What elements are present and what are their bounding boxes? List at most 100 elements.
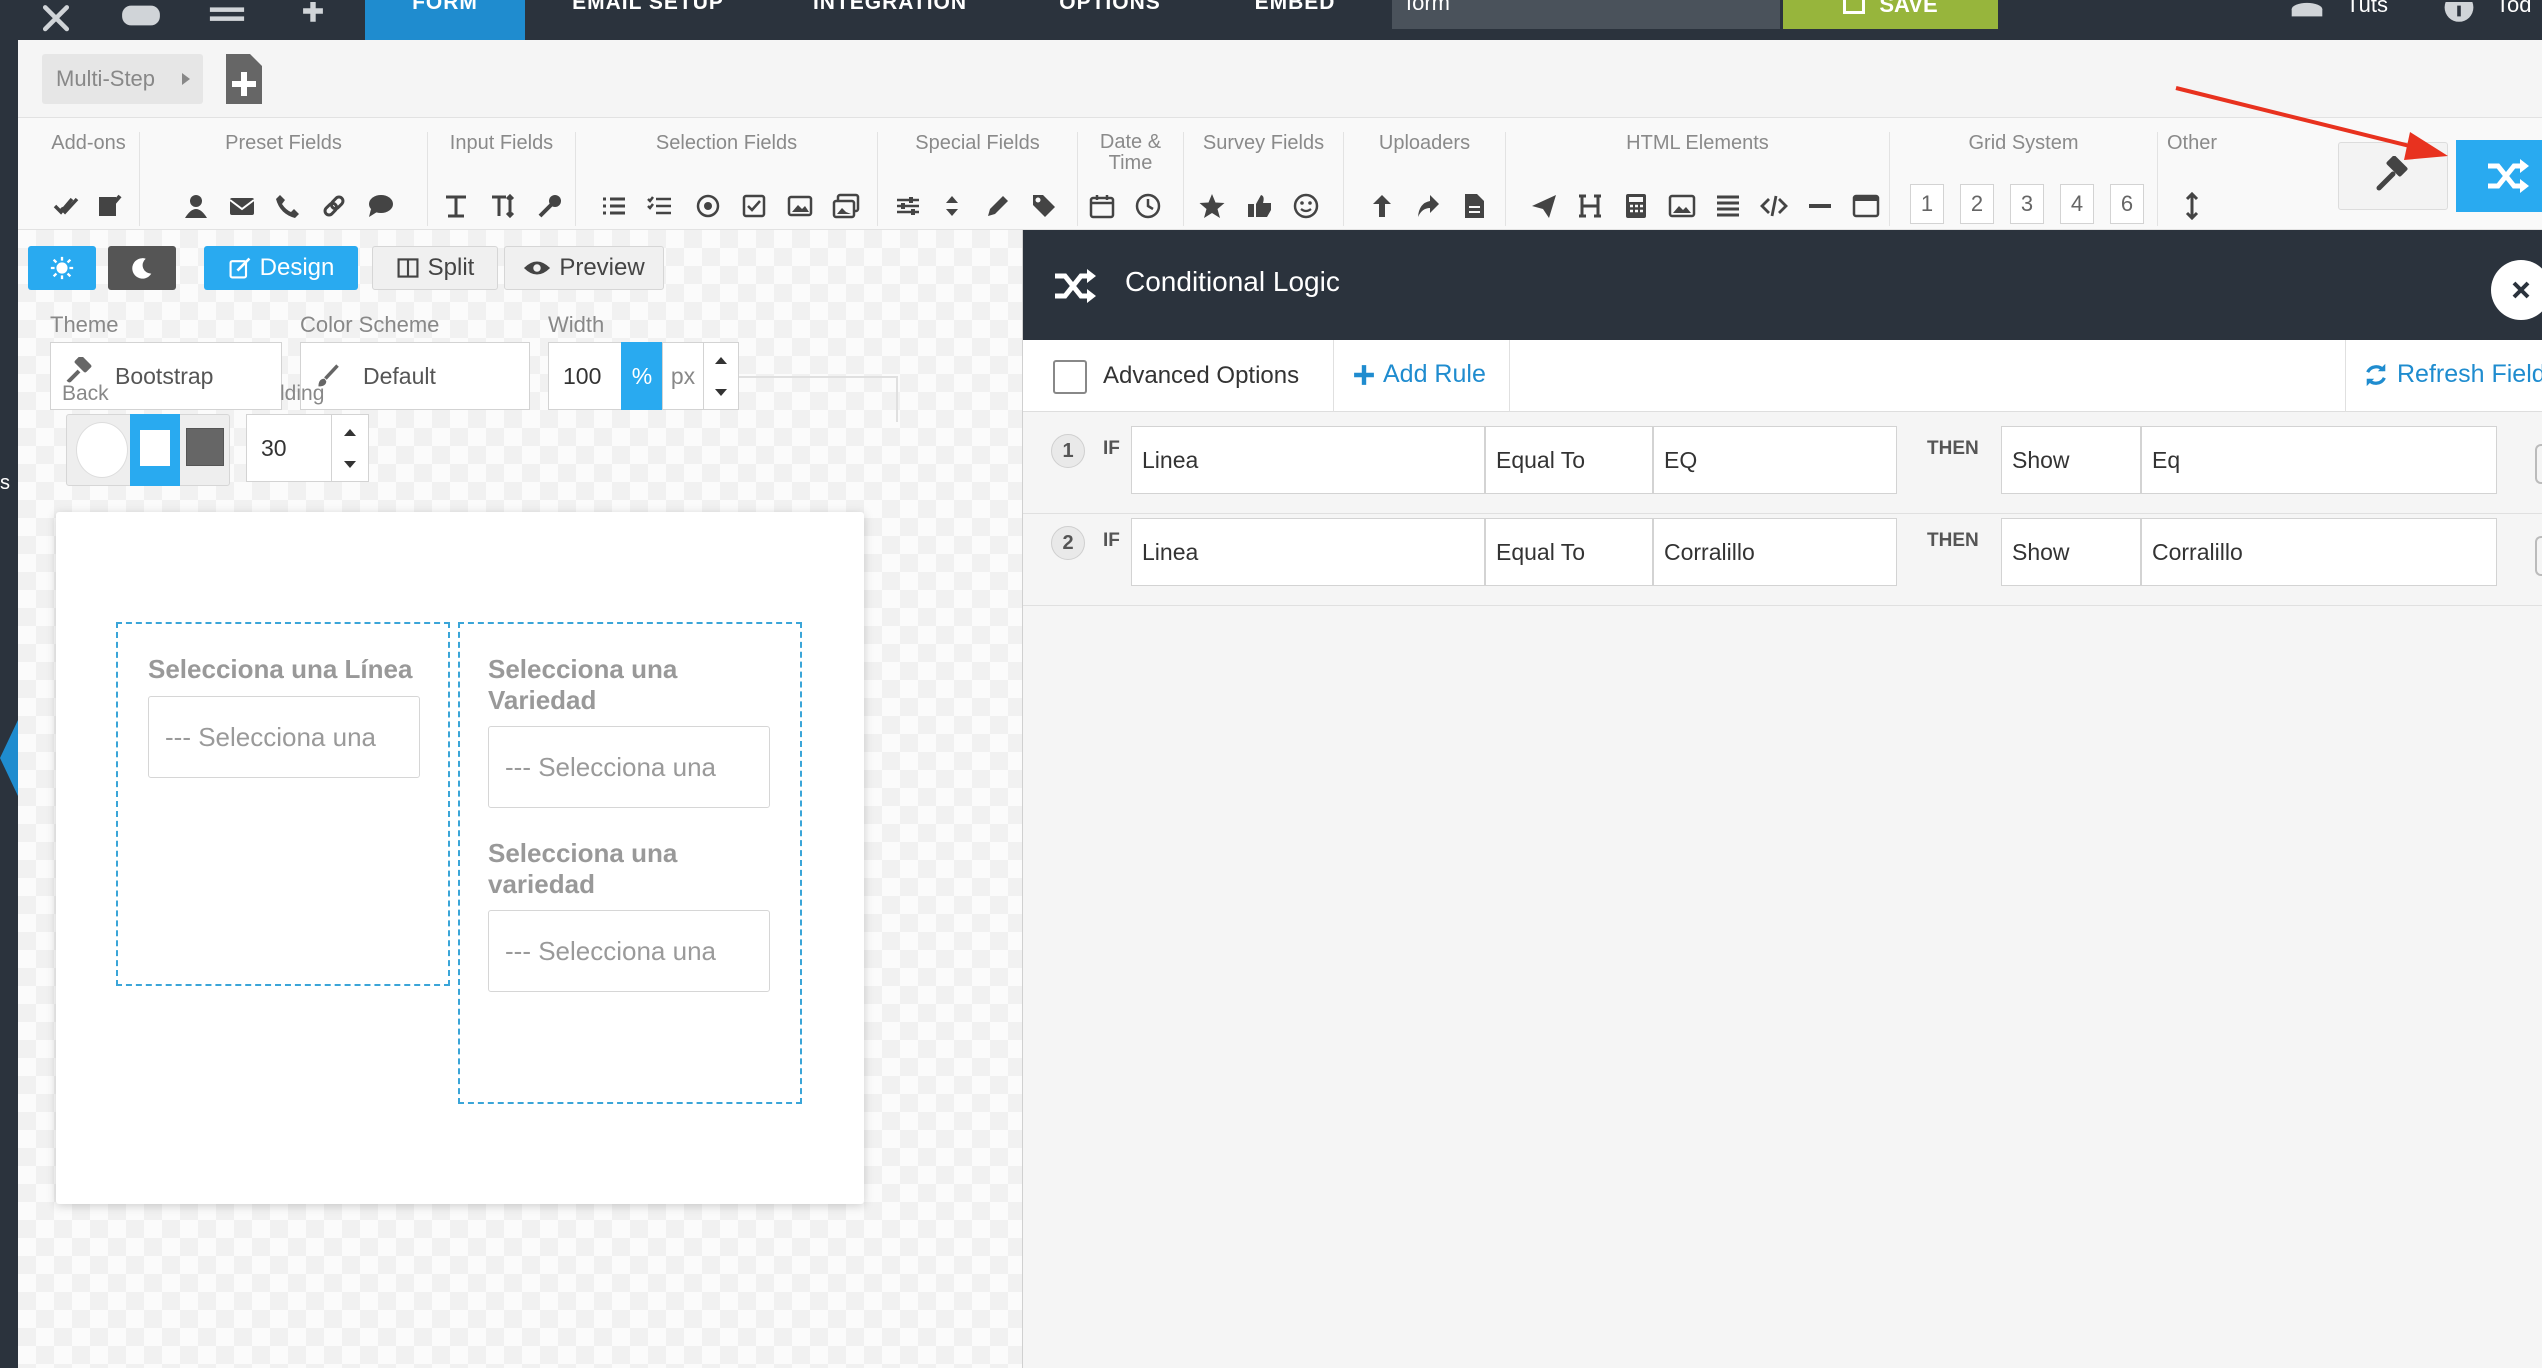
form-column-1[interactable]: Selecciona una Línea --- Selecciona una: [116, 622, 450, 986]
save-button[interactable]: SAVE: [1783, 0, 1998, 29]
tab-email-setup[interactable]: EMAIL SETUP: [548, 0, 748, 40]
tab-embed[interactable]: EMBED: [1230, 0, 1360, 40]
swatch-light-selected[interactable]: [130, 414, 180, 486]
form-column-2[interactable]: Selecciona una Variedad --- Selecciona u…: [458, 622, 802, 1104]
width-input[interactable]: 100: [548, 342, 622, 410]
calendar-icon[interactable]: [1084, 188, 1120, 224]
send-icon[interactable]: [1526, 188, 1562, 224]
resize-vertical-icon[interactable]: [2174, 188, 2210, 224]
database-icon[interactable]: [2286, 0, 2328, 40]
user-icon[interactable]: [178, 188, 214, 224]
split-mode-button[interactable]: Split: [372, 246, 498, 290]
add-page-icon[interactable]: [218, 50, 268, 108]
grid-3-button[interactable]: 3: [2010, 184, 2044, 224]
window-icon[interactable]: [1848, 188, 1884, 224]
conditional-logic-button[interactable]: [2456, 140, 2542, 212]
rule-field-select[interactable]: Linea: [1131, 426, 1485, 494]
grid-6-button[interactable]: 6: [2110, 184, 2144, 224]
radio-icon[interactable]: [690, 188, 726, 224]
collapse-left-icon[interactable]: [0, 720, 18, 796]
select-linea[interactable]: --- Selecciona una: [148, 696, 420, 778]
rule-operator-select[interactable]: Equal To: [1485, 426, 1653, 494]
rule-options-handle[interactable]: [2535, 444, 2542, 484]
file-icon[interactable]: [1456, 188, 1492, 224]
tab-form[interactable]: FORM: [365, 0, 525, 40]
caret-down-icon[interactable]: [343, 460, 357, 470]
close-panel-button[interactable]: [2491, 260, 2542, 320]
dark-mode-button[interactable]: [108, 246, 176, 290]
heading-icon[interactable]: [1572, 188, 1608, 224]
caret-up-icon[interactable]: [714, 355, 728, 365]
rule-action-select[interactable]: Show: [2001, 426, 2141, 494]
user-link-tuts[interactable]: Tuts: [2346, 0, 2406, 30]
envelope-icon[interactable]: [224, 188, 260, 224]
width-stepper[interactable]: [703, 342, 739, 410]
gavel-button[interactable]: [2338, 142, 2448, 210]
select-variedad[interactable]: --- Selecciona una: [488, 726, 770, 808]
advanced-options-checkbox[interactable]: [1053, 360, 1087, 394]
gamepad-icon[interactable]: [116, 0, 166, 40]
rule-options-handle[interactable]: [2535, 536, 2542, 576]
checkbox-icon[interactable]: [736, 188, 772, 224]
clock-icon[interactable]: [1130, 188, 1166, 224]
user-link-tod[interactable]: Tod: [2496, 0, 2542, 30]
rule-value-select[interactable]: Corralillo: [1653, 518, 1897, 586]
minus-icon[interactable]: [1802, 188, 1838, 224]
images-icon[interactable]: [828, 188, 864, 224]
rule-target-select[interactable]: Eq: [2141, 426, 2497, 494]
grid-1-button[interactable]: 1: [1910, 184, 1944, 224]
image-icon[interactable]: [782, 188, 818, 224]
refresh-fields-button[interactable]: Refresh Fields: [2363, 360, 2542, 389]
rule-action-select[interactable]: Show: [2001, 518, 2141, 586]
rule-value-select[interactable]: EQ: [1653, 426, 1897, 494]
swatch-dark[interactable]: [186, 428, 224, 466]
menu-icon[interactable]: [204, 0, 250, 40]
list-icon[interactable]: [596, 188, 632, 224]
sliders-icon[interactable]: [890, 188, 926, 224]
width-unit-percent[interactable]: %: [621, 342, 663, 410]
tag-icon[interactable]: [1026, 188, 1062, 224]
width-unit-px[interactable]: px: [662, 342, 704, 410]
text-height-icon[interactable]: [486, 188, 522, 224]
comment-icon[interactable]: [362, 188, 398, 224]
phone-icon[interactable]: [270, 188, 306, 224]
tab-options[interactable]: OPTIONS: [1040, 0, 1180, 40]
pencil-icon[interactable]: [980, 188, 1016, 224]
align-icon[interactable]: [1710, 188, 1746, 224]
light-mode-button[interactable]: [28, 246, 96, 290]
text-icon[interactable]: [438, 188, 474, 224]
info-icon[interactable]: [2438, 0, 2480, 40]
smile-icon[interactable]: [1288, 188, 1324, 224]
link-icon[interactable]: [316, 188, 352, 224]
key-icon[interactable]: [532, 188, 568, 224]
form-name-input[interactable]: form: [1392, 0, 1780, 29]
multistep-tab[interactable]: Multi-Step: [42, 54, 203, 104]
star-icon[interactable]: [1194, 188, 1230, 224]
add-rule-button[interactable]: Add Rule: [1353, 360, 1486, 389]
select-variedad-2[interactable]: --- Selecciona una: [488, 910, 770, 992]
rule-operator-select[interactable]: Equal To: [1485, 518, 1653, 586]
picture-icon[interactable]: [1664, 188, 1700, 224]
caret-down-icon[interactable]: [714, 388, 728, 398]
color-scheme-select[interactable]: Default: [300, 342, 530, 410]
thumbs-up-icon[interactable]: [1242, 188, 1278, 224]
upload-icon[interactable]: [1364, 188, 1400, 224]
caret-up-icon[interactable]: [343, 427, 357, 437]
grid-4-button[interactable]: 4: [2060, 184, 2094, 224]
rule-target-select[interactable]: Corralillo: [2141, 518, 2497, 586]
plus-icon[interactable]: [290, 0, 336, 40]
tools-icon[interactable]: [36, 0, 76, 40]
padding-input[interactable]: 30: [246, 414, 332, 482]
checklist-icon[interactable]: [642, 188, 678, 224]
tab-integration[interactable]: INTEGRATION: [790, 0, 990, 40]
preview-mode-button[interactable]: Preview: [504, 246, 664, 290]
check-double-icon[interactable]: [48, 188, 84, 224]
edit-icon[interactable]: [92, 188, 128, 224]
rule-field-select[interactable]: Linea: [1131, 518, 1485, 586]
share-icon[interactable]: [1410, 188, 1446, 224]
code-icon[interactable]: [1756, 188, 1792, 224]
padding-stepper[interactable]: [331, 414, 369, 482]
grid-2-button[interactable]: 2: [1960, 184, 1994, 224]
swatch-white-circle[interactable]: [76, 422, 128, 478]
sort-icon[interactable]: [934, 188, 970, 224]
